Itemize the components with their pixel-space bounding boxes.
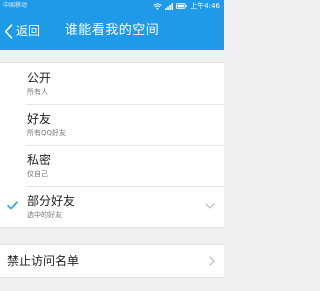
signal-icon — [165, 2, 174, 10]
option-public[interactable]: 公开 所有人 — [0, 63, 224, 104]
battery-icon — [176, 3, 187, 9]
option-title: 公开 — [27, 71, 52, 85]
status-time: 上午4:46 — [190, 2, 220, 10]
option-friends[interactable]: 好友 所有QQ好友 — [0, 104, 224, 145]
chevron-right-icon — [209, 256, 215, 266]
option-title: 私密 — [27, 153, 52, 167]
option-subtitle: 所有人 — [27, 88, 48, 96]
status-icons: 上午4:46 — [153, 1, 220, 11]
carrier-label: 中国移动 — [3, 2, 28, 9]
blocklist-label: 禁止访问名单 — [7, 254, 80, 268]
option-title: 部分好友 — [27, 194, 76, 208]
nav-bar: 返回 谁能看我的空间 — [0, 12, 224, 50]
blocklist-row[interactable]: 禁止访问名单 — [0, 244, 224, 278]
chevron-down-icon[interactable] — [205, 203, 215, 209]
page-title: 谁能看我的空间 — [64, 23, 160, 38]
check-icon — [7, 201, 18, 210]
option-some-friends[interactable]: 部分好友 选中的好友 — [0, 186, 224, 227]
option-title: 好友 — [27, 112, 52, 126]
visibility-options: 公开 所有人 好友 所有QQ好友 私密 仅自己 部分好友 选中的好友 — [0, 62, 224, 228]
option-subtitle: 所有QQ好友 — [27, 129, 67, 137]
status-bar: 中国移动 上午4:46 — [0, 0, 224, 12]
wifi-icon — [153, 2, 163, 10]
option-subtitle: 仅自己 — [27, 170, 48, 178]
option-subtitle: 选中的好友 — [27, 211, 62, 219]
option-private[interactable]: 私密 仅自己 — [0, 145, 224, 186]
